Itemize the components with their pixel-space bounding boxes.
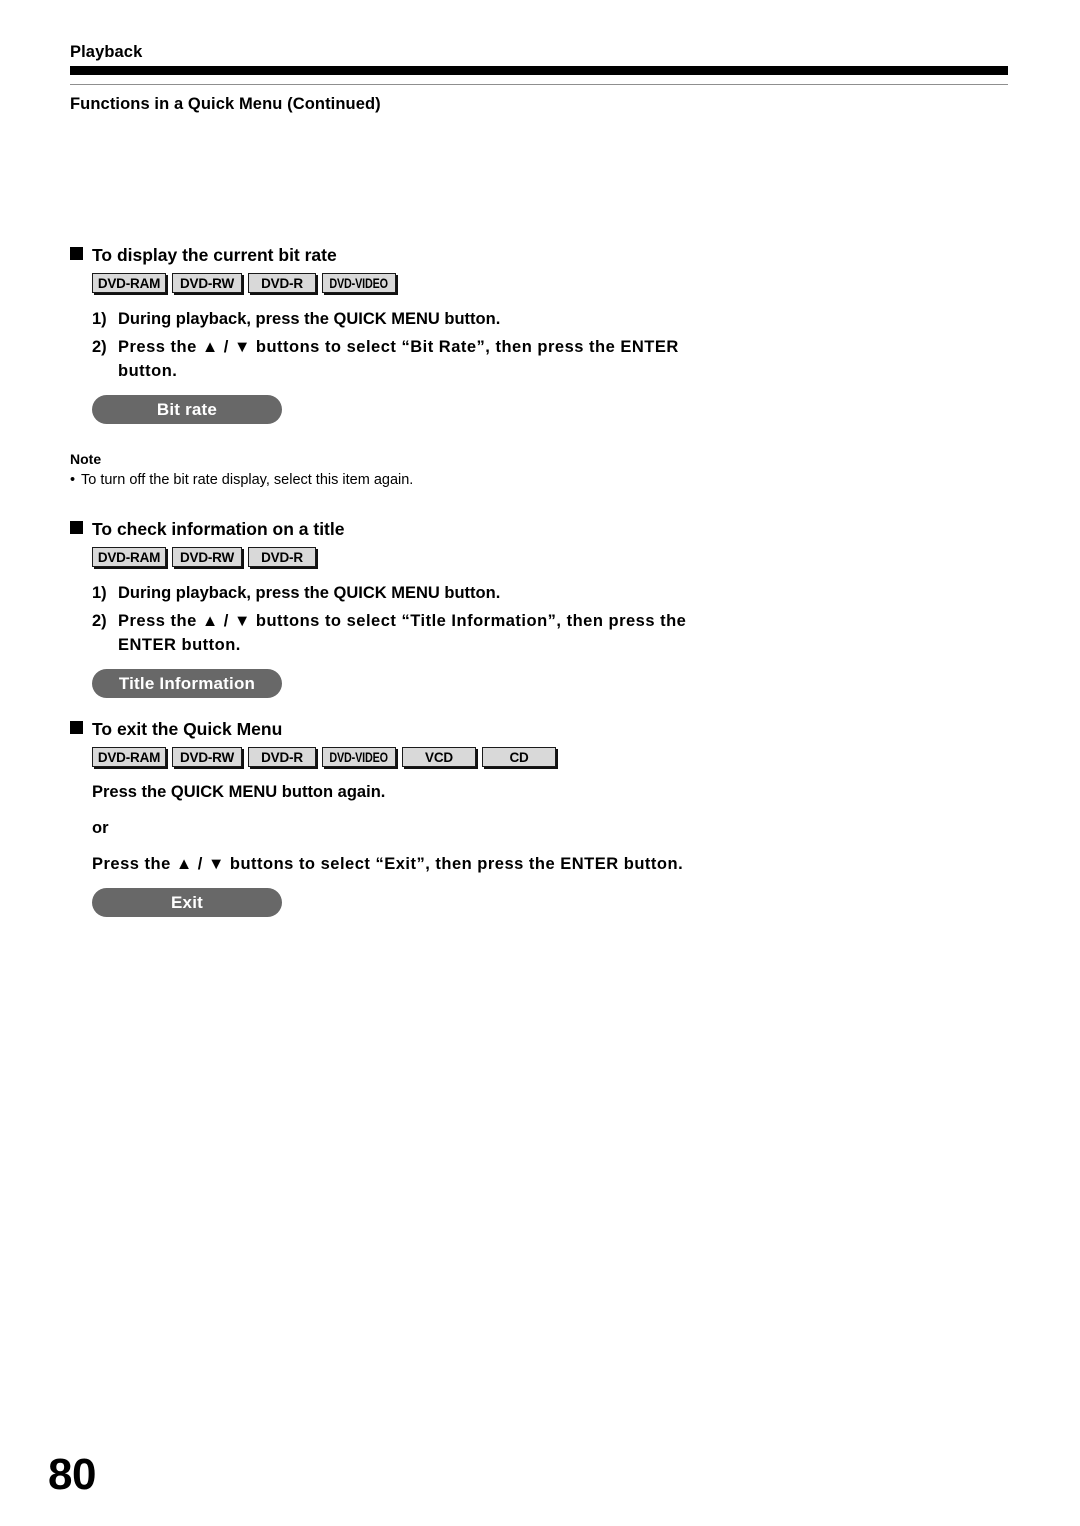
disc-badge-dvd-rw: DVD-RW — [172, 747, 242, 767]
disc-badge-vcd: VCD — [402, 747, 476, 767]
disc-badge-dvd-ram: DVD-RAM — [92, 747, 166, 767]
step-text: During playback, press the QUICK MENU bu… — [118, 584, 501, 602]
disc-badge-label: DVD-RW — [179, 549, 235, 565]
note-item: • To turn off the bit rate display, sele… — [70, 470, 710, 490]
disc-badge-row: DVD-RAM DVD-RW DVD-R DVD-VIDEO — [92, 273, 710, 293]
section-heading: To display the current bit rate — [70, 244, 710, 266]
running-header: Playback Functions in a Quick Menu (Cont… — [70, 42, 1008, 114]
disc-badge-label: CD — [509, 749, 529, 765]
instruction-line: Press the QUICK MENU button again. — [92, 783, 386, 801]
manual-page: Playback Functions in a Quick Menu (Cont… — [0, 0, 1080, 1526]
disc-badge-dvd-r: DVD-R — [248, 273, 316, 293]
header-rule-thin — [70, 84, 1008, 85]
disc-badge-label: DVD-RW — [179, 749, 235, 765]
step-number: 1) — [92, 584, 107, 602]
disc-badge-dvd-rw: DVD-RW — [172, 547, 242, 567]
menu-item-pill-bit-rate[interactable]: Bit rate — [92, 395, 282, 424]
disc-badge-dvd-ram: DVD-RAM — [92, 547, 166, 567]
instruction-alternative: or — [92, 819, 109, 837]
menu-item-pill-label: Exit — [171, 892, 203, 912]
disc-badge-dvd-ram: DVD-RAM — [92, 273, 166, 293]
section-bit-rate: To display the current bit rate DVD-RAM … — [70, 244, 710, 490]
disc-badge-label: DVD-RW — [179, 275, 235, 291]
disc-badge-row: DVD-RAM DVD-RW DVD-R — [92, 547, 710, 567]
step-text: During playback, press the QUICK MENU bu… — [118, 310, 501, 328]
section-title-information: To check information on a title DVD-RAM … — [70, 518, 710, 698]
menu-item-pill-title-information[interactable]: Title Information — [92, 669, 282, 698]
square-bullet-icon — [70, 247, 83, 260]
disc-badge-dvd-rw: DVD-RW — [172, 273, 242, 293]
step-item: 1) During playback, press the QUICK MENU… — [92, 581, 710, 605]
page-number: 80 — [48, 1450, 96, 1499]
step-item: 2) Press the ▲ / ▼ buttons to select “Ti… — [92, 609, 710, 657]
disc-badge-dvd-r: DVD-R — [248, 747, 316, 767]
step-text: Press the ▲ / ▼ buttons to select “Bit R… — [118, 338, 679, 380]
square-bullet-icon — [70, 721, 83, 734]
note-bullet-icon: • — [70, 472, 76, 488]
disc-badge-label: DVD-R — [261, 549, 303, 565]
step-item: 1) During playback, press the QUICK MENU… — [92, 307, 710, 331]
menu-item-pill-label: Title Information — [118, 673, 256, 693]
note-label: Note — [70, 451, 102, 467]
chapter-label: Playback — [70, 43, 143, 61]
disc-badge-row: DVD-RAM DVD-RW DVD-R DVD-VIDEO VCD CD — [92, 747, 710, 767]
disc-badge-label: VCD — [425, 749, 453, 765]
step-number: 2) — [92, 338, 107, 356]
step-text: Press the ▲ / ▼ buttons to select “Title… — [118, 612, 687, 654]
section-heading: To exit the Quick Menu — [70, 718, 710, 740]
disc-badge-label: DVD-RAM — [97, 275, 161, 291]
disc-badge-dvd-video: DVD-VIDEO — [322, 747, 396, 767]
section-heading-text: To exit the Quick Menu — [92, 719, 283, 739]
menu-item-pill-label: Bit rate — [156, 399, 218, 419]
step-number: 2) — [92, 612, 107, 630]
step-item: 2) Press the ▲ / ▼ buttons to select “Bi… — [92, 335, 710, 383]
step-number: 1) — [92, 310, 107, 328]
step-list: 1) During playback, press the QUICK MENU… — [92, 581, 710, 657]
step-list: 1) During playback, press the QUICK MENU… — [92, 307, 710, 383]
note-item-text: To turn off the bit rate display, select… — [81, 472, 414, 488]
section-heading: To check information on a title — [70, 518, 710, 540]
page-content: To display the current bit rate DVD-RAM … — [70, 244, 710, 917]
disc-badge-dvd-r: DVD-R — [248, 547, 316, 567]
disc-badge-label: DVD-VIDEO — [329, 275, 389, 291]
disc-badge-label: DVD-R — [261, 749, 303, 765]
disc-badge-dvd-video: DVD-VIDEO — [322, 273, 396, 293]
section-exit-quick-menu: To exit the Quick Menu DVD-RAM DVD-RW DV… — [70, 718, 710, 917]
disc-badge-label: DVD-VIDEO — [329, 749, 389, 765]
menu-item-pill-exit[interactable]: Exit — [92, 888, 282, 917]
section-heading-text: To check information on a title — [92, 519, 345, 539]
instruction-list: Press the QUICK MENU button again. or Pr… — [92, 780, 710, 876]
header-rule-black — [70, 66, 1008, 75]
section-title: Functions in a Quick Menu (Continued) — [70, 95, 381, 113]
square-bullet-icon — [70, 521, 83, 534]
section-heading-text: To display the current bit rate — [92, 245, 337, 265]
disc-badge-label: DVD-RAM — [97, 749, 161, 765]
disc-badge-label: DVD-RAM — [97, 549, 161, 565]
disc-badge-label: DVD-R — [261, 275, 303, 291]
disc-badge-cd: CD — [482, 747, 556, 767]
note-block: Note • To turn off the bit rate display,… — [70, 450, 710, 490]
instruction-line: Press the ▲ / ▼ buttons to select “Exit”… — [92, 855, 684, 873]
